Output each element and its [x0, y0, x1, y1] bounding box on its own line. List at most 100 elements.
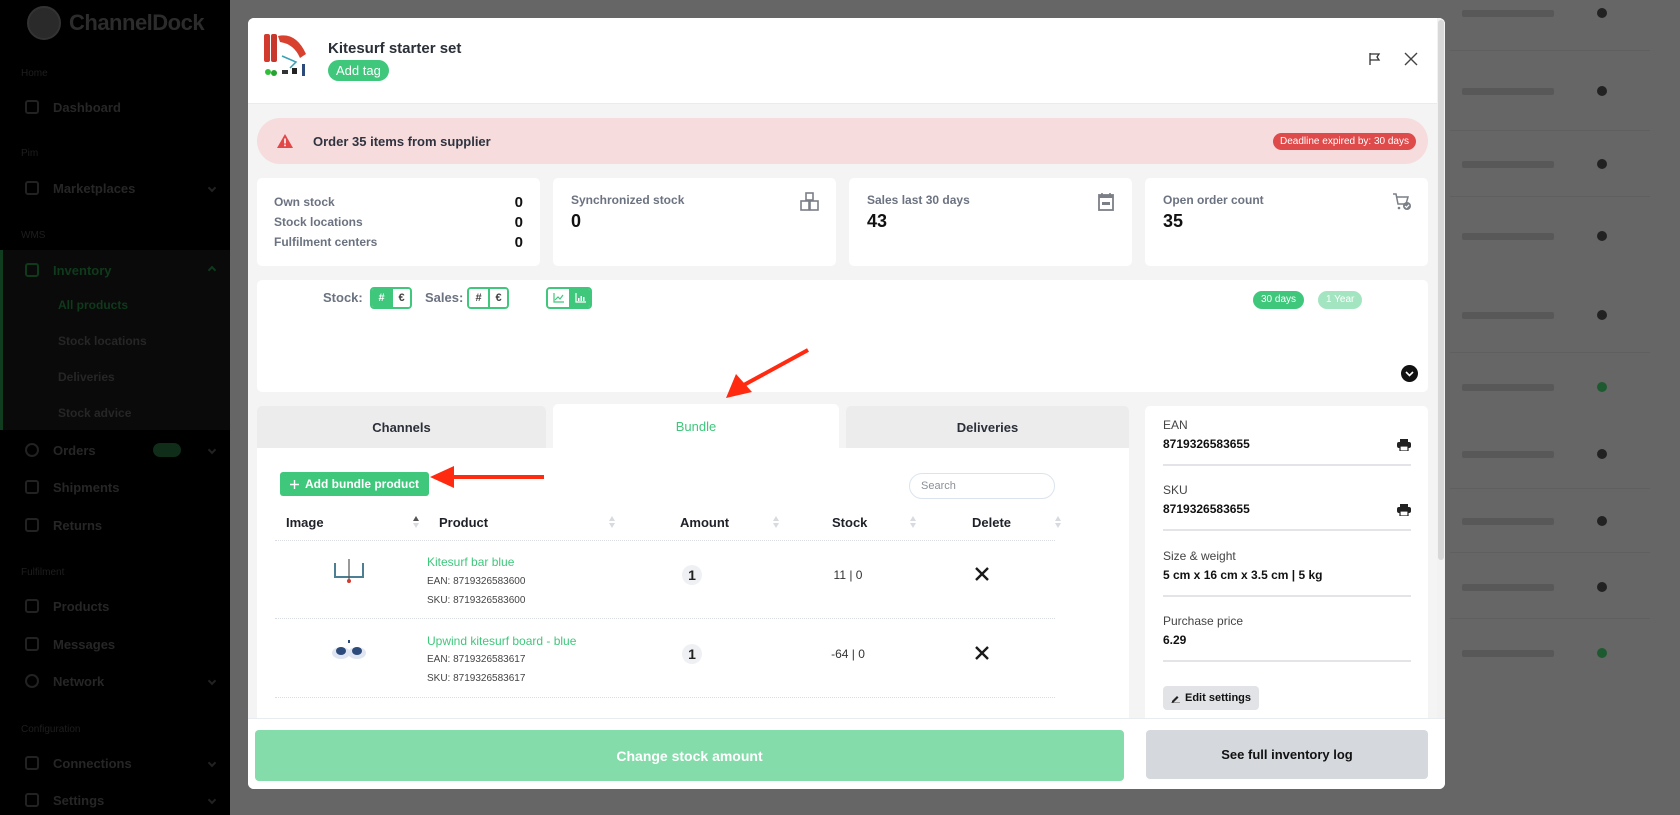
inventory-icon [25, 263, 39, 277]
sidebar-subitem-deliveries[interactable]: Deliveries [58, 370, 115, 384]
sidebar-subitem-stock-locations[interactable]: Stock locations [58, 334, 147, 348]
column-header-image[interactable]: Image [286, 515, 324, 530]
bg-tag-icon [1597, 8, 1607, 18]
bundle-product-link[interactable]: Upwind kitesurf board - blue [427, 634, 576, 648]
printer-icon[interactable] [1397, 439, 1411, 451]
sort-icon[interactable] [1055, 516, 1061, 530]
add-tag-button[interactable]: Add tag [328, 60, 389, 81]
add-bundle-product-button[interactable]: Add bundle product [280, 472, 429, 496]
cart-icon [25, 181, 39, 195]
sales-toggle-label: Sales: [425, 290, 464, 305]
sort-icon[interactable] [609, 516, 615, 530]
info-value: 8719326583655 [1163, 502, 1250, 516]
sales-count-option[interactable]: # [469, 289, 488, 307]
bg-divider [1450, 618, 1650, 619]
sidebar-item-marketplaces[interactable]: Marketplaces [25, 177, 217, 199]
stock-unit-toggle: # € [370, 287, 412, 309]
bundle-product-link[interactable]: Kitesurf bar blue [427, 555, 514, 569]
close-icon[interactable] [1402, 50, 1420, 68]
reorder-alert: Order 35 items from supplier Deadline ex… [257, 118, 1428, 164]
product-image-kitesurf-bar [334, 559, 364, 583]
logo-mark-icon [27, 6, 61, 40]
info-value: 5 cm x 16 cm x 3.5 cm | 5 kg [1163, 568, 1323, 582]
sidebar-item-messages[interactable]: Messages [25, 633, 215, 655]
bg-divider [1450, 130, 1650, 131]
chart-type-toggle [546, 287, 592, 309]
bg-tag-icon [1597, 582, 1607, 592]
share-icon [25, 756, 39, 770]
own-stock-card: Own stock 0 Stock locations 0 Fulfilment… [257, 178, 540, 266]
bundle-amount[interactable]: 1 [682, 565, 702, 585]
brand-name: ChannelDock [69, 10, 205, 35]
scrollbar-thumb[interactable] [1438, 20, 1444, 560]
column-header-product[interactable]: Product [439, 515, 488, 530]
info-field-ean: EAN 8719326583655 [1163, 406, 1411, 466]
bundle-amount[interactable]: 1 [682, 644, 702, 664]
sidebar-item-dashboard[interactable]: Dashboard [25, 96, 215, 118]
column-header-amount[interactable]: Amount [680, 515, 729, 530]
sidebar-section-wms: WMS [21, 230, 46, 241]
own-stock-row: Own stock 0 [274, 192, 523, 212]
sidebar-item-inventory[interactable]: Inventory [25, 259, 217, 281]
sidebar-item-label: Marketplaces [53, 180, 136, 196]
sort-icon[interactable] [413, 516, 419, 530]
product-image-upwind-board [332, 640, 366, 659]
inventory-log-button[interactable]: See full inventory log [1146, 730, 1428, 779]
range-30-days[interactable]: 30 days [1253, 291, 1305, 309]
tab-deliveries[interactable]: Deliveries [846, 406, 1129, 448]
modal-scrollbar[interactable] [1437, 18, 1445, 718]
info-field-purchase-price: Purchase price 6.29 [1163, 602, 1411, 662]
stock-count-option[interactable]: # [372, 289, 391, 307]
bg-ean-cell [1462, 384, 1554, 391]
sales-unit-toggle: # € [467, 287, 509, 309]
tab-bundle[interactable]: Bundle [553, 404, 839, 448]
bar-chart-icon[interactable] [569, 289, 590, 307]
sidebar-item-shipments[interactable]: Shipments [25, 476, 215, 498]
bundle-search-input[interactable] [909, 473, 1055, 499]
delete-icon[interactable] [974, 645, 990, 661]
deadline-badge: Deadline expired by: 30 days [1273, 132, 1416, 150]
sidebar-item-label: Settings [53, 792, 105, 808]
bundle-stock: 11 | 0 [833, 568, 863, 582]
bg-status-icon [1597, 648, 1607, 658]
calendar-icon [1098, 193, 1114, 211]
sort-icon[interactable] [910, 516, 916, 530]
sidebar-subitem-all-products[interactable]: All products [58, 298, 128, 312]
sidebar-item-settings[interactable]: Settings [25, 789, 217, 811]
bg-ean-cell [1462, 233, 1554, 240]
printer-icon[interactable] [1397, 504, 1411, 516]
globe-icon [25, 674, 39, 688]
column-header-stock[interactable]: Stock [832, 515, 867, 530]
expand-chart-button[interactable] [1401, 365, 1418, 382]
column-header-delete[interactable]: Delete [972, 515, 1011, 530]
range-1-year[interactable]: 1 Year [1318, 291, 1363, 309]
pencil-icon [1171, 695, 1180, 703]
delete-icon[interactable] [974, 566, 990, 582]
tab-channels[interactable]: Channels [257, 406, 546, 448]
chevron-down-icon [207, 795, 217, 805]
stock-euro-option[interactable]: € [391, 289, 410, 307]
change-stock-amount-button[interactable]: Change stock amount [255, 730, 1124, 781]
sidebar-item-products[interactable]: Products [25, 595, 215, 617]
sidebar-item-orders[interactable]: Orders [25, 439, 217, 461]
fulfilment-centers-row: Fulfilment centers 0 [274, 232, 523, 252]
chevron-up-icon [207, 265, 217, 275]
sidebar-item-network[interactable]: Network [25, 670, 217, 692]
info-label: EAN [1163, 418, 1188, 432]
flag-icon[interactable] [1366, 50, 1384, 68]
line-chart-icon[interactable] [548, 289, 569, 307]
sidebar-subitem-stock-advice[interactable]: Stock advice [58, 406, 131, 420]
sales-card: Sales last 30 days 43 [849, 178, 1132, 266]
product-info-card: EAN 8719326583655 SKU 8719326583655 Size… [1145, 406, 1428, 736]
sidebar-item-connections[interactable]: Connections [25, 752, 217, 774]
own-stock-value: 0 [514, 193, 523, 211]
sidebar-section-fulfilment: Fulfilment [21, 567, 65, 578]
edit-settings-button[interactable]: Edit settings [1163, 686, 1260, 710]
sales-euro-option[interactable]: € [488, 289, 507, 307]
sidebar-section-home: Home [21, 68, 48, 79]
orders-count-badge [153, 443, 181, 457]
truck-icon [25, 480, 39, 494]
sidebar-item-returns[interactable]: Returns [25, 514, 215, 536]
sort-icon[interactable] [773, 516, 779, 530]
bundle-tab-content: Add bundle product Image Product Amount … [257, 448, 1129, 748]
